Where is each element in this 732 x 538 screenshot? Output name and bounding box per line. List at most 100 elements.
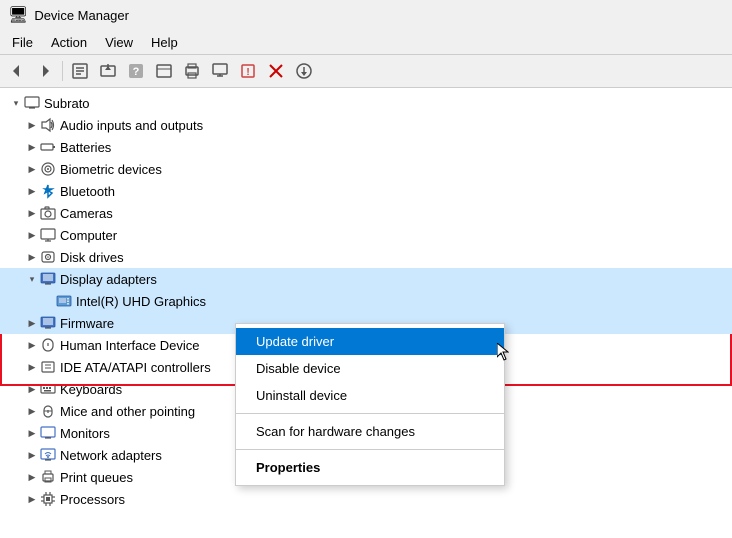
biometric-label: Biometric devices [60,162,162,177]
tree-item-processors[interactable]: ▶ Processors [0,488,732,510]
firmware-label: Firmware [60,316,114,331]
batteries-label: Batteries [60,140,111,155]
menu-help[interactable]: Help [143,33,186,52]
tree-item-disk[interactable]: ▶ Disk drives [0,246,732,268]
display-button[interactable] [207,58,233,84]
monitors-label: Monitors [60,426,110,441]
update-driver-button[interactable] [95,58,121,84]
keyboards-label: Keyboards [60,382,122,397]
expand-batteries: ▶ [24,139,40,155]
processors-icon [40,491,56,507]
title-bar: 🖥 Device Manager [0,0,732,30]
biometric-icon [40,161,56,177]
cameras-icon [40,205,56,221]
ide-label: IDE ATA/ATAPI controllers [60,360,211,375]
help-button[interactable]: ? [123,58,149,84]
view-button[interactable] [151,58,177,84]
back-button[interactable] [4,58,30,84]
print-icon [40,469,56,485]
monitors-icon [40,425,56,441]
expand-mice: ▶ [24,403,40,419]
toolbar-sep-1 [62,61,63,81]
network-label: Network adapters [60,448,162,463]
tree-item-display[interactable]: ▾ Display adapters [0,268,732,290]
audio-icon [40,117,56,133]
expand-audio: ▶ [24,117,40,133]
tree-item-biometric[interactable]: ▶ Biometric devices [0,158,732,180]
menu-view[interactable]: View [97,33,141,52]
menu-bar: File Action View Help [0,30,732,54]
batteries-icon [40,139,56,155]
context-menu: Update driver Disable device Uninstall d… [235,323,505,486]
display-label: Display adapters [60,272,157,287]
root-label: Subrato [44,96,90,111]
properties-label: Properties [256,460,320,475]
bluetooth-icon [40,183,56,199]
properties-button[interactable] [67,58,93,84]
expand-icon-root: ▾ [8,95,24,111]
gpu-label: Intel(R) UHD Graphics [76,294,206,309]
context-menu-disable[interactable]: Disable device [236,355,504,382]
svg-text:?: ? [133,66,140,78]
disk-label: Disk drives [60,250,124,265]
disable-label: Disable device [256,361,341,376]
audio-label: Audio inputs and outputs [60,118,203,133]
print-button[interactable] [179,58,205,84]
firmware-icon [40,315,56,331]
print-label: Print queues [60,470,133,485]
computer-icon [24,95,40,111]
expand-processors: ▶ [24,491,40,507]
tree-item-cameras[interactable]: ▶ Cameras [0,202,732,224]
context-menu-sep [236,413,504,414]
expand-monitors: ▶ [24,425,40,441]
context-menu-uninstall[interactable]: Uninstall device [236,382,504,409]
context-menu-scan[interactable]: Scan for hardware changes [236,418,504,445]
uninstall-label: Uninstall device [256,388,347,403]
ide-icon [40,359,56,375]
tree-item-computer[interactable]: ▶ Computer [0,224,732,246]
mice-icon [40,403,56,419]
expand-ide: ▶ [24,359,40,375]
expand-print: ▶ [24,469,40,485]
expand-display: ▾ [24,271,40,287]
bluetooth-label: Bluetooth [60,184,115,199]
expand-hid: ▶ [24,337,40,353]
processors-label: Processors [60,492,125,507]
download-button[interactable] [291,58,317,84]
app-title: Device Manager [34,8,129,23]
expand-keyboards: ▶ [24,381,40,397]
hid-label: Human Interface Device [60,338,199,353]
context-menu-properties[interactable]: Properties [236,454,504,481]
tree-item-gpu[interactable]: ▶ Intel(R) UHD Graphics [0,290,732,312]
context-menu-update-driver[interactable]: Update driver [236,328,504,355]
tree-item-audio[interactable]: ▶ Audio inputs and outputs [0,114,732,136]
expand-biometric: ▶ [24,161,40,177]
expand-firmware: ▶ [24,315,40,331]
expand-computer: ▶ [24,227,40,243]
tree-item-batteries[interactable]: ▶ Batteries [0,136,732,158]
tree-item-bluetooth[interactable]: ▶ Bluetooth [0,180,732,202]
scan-label: Scan for hardware changes [256,424,415,439]
tree-root[interactable]: ▾ Subrato [0,92,732,114]
gpu-icon [56,293,72,309]
toolbar: ? ! [0,54,732,88]
forward-button[interactable] [32,58,58,84]
svg-text:!: ! [246,67,249,78]
remove-button[interactable] [263,58,289,84]
content-area: ▾ Subrato ▶ Audio inputs and outputs [0,88,732,538]
hid-icon [40,337,56,353]
app-icon: 🖥 [8,5,28,25]
computer-label: Computer [60,228,117,243]
mice-label: Mice and other pointing [60,404,195,419]
expand-disk: ▶ [24,249,40,265]
keyboards-icon [40,381,56,397]
menu-action[interactable]: Action [43,33,95,52]
disk-icon [40,249,56,265]
unknown-device-button[interactable]: ! [235,58,261,84]
menu-file[interactable]: File [4,33,41,52]
expand-cameras: ▶ [24,205,40,221]
computer-item-icon [40,227,56,243]
expand-bluetooth: ▶ [24,183,40,199]
context-menu-sep-2 [236,449,504,450]
expand-network: ▶ [24,447,40,463]
